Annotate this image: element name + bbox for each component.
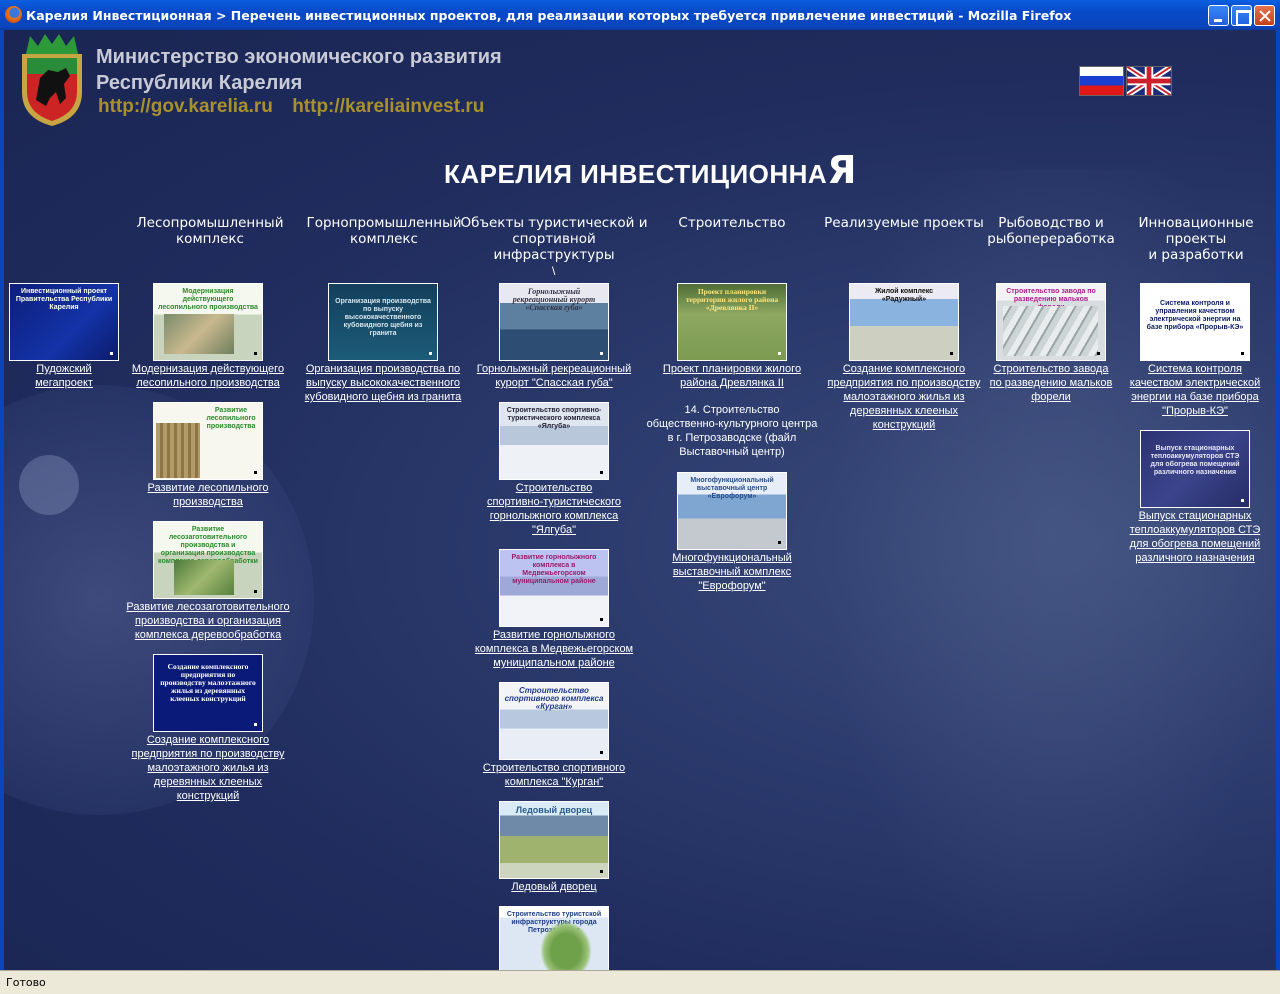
status-text: Готово — [6, 976, 46, 989]
english-language-flag-icon[interactable] — [1126, 66, 1172, 96]
gov-url-link[interactable]: http://gov.karelia.ru — [98, 96, 273, 117]
project-thumbnail[interactable]: Модернизация действующего лесопильного п… — [153, 283, 263, 361]
project-link[interactable]: Система контроля качеством электрической э… — [1120, 362, 1270, 418]
category-realized: Реализуемые проекты — [824, 215, 984, 231]
project-euroforum[interactable]: Многофункциональный выставочный центр «Е… — [654, 472, 810, 593]
project-drevlyanka[interactable]: Проект планировки территории жилого райо… — [650, 283, 814, 390]
project-thumbnail[interactable]: Выпуск стационарных теплоаккумуляторов С… — [1140, 430, 1250, 508]
project-link[interactable]: Строительство завода по разведению малько… — [984, 362, 1118, 404]
karelia-coat-of-arms-icon — [22, 34, 82, 126]
minimize-button[interactable] — [1208, 5, 1229, 26]
ministry-name: Министерство экономического развития Рес… — [96, 44, 502, 96]
site-urls: http://gov.karelia.ru http://kareliainve… — [98, 96, 498, 118]
project-sawmill-modernization[interactable]: Модернизация действующего лесопильного п… — [124, 283, 292, 390]
stray-backslash: \ — [552, 264, 556, 278]
window-titlebar: Карелия Инвестиционная > Перечень инвест… — [0, 0, 1280, 30]
category-tourism: Объекты туристической и спортивной инфрас… — [460, 215, 648, 263]
ministry-name-line2: Республики Карелия — [96, 72, 303, 94]
project-logging[interactable]: Развитие лесозаготовительного производст… — [120, 521, 296, 642]
window-title: Карелия Инвестиционная > Перечень инвест… — [26, 8, 1072, 23]
maximize-button[interactable] — [1231, 5, 1252, 26]
project-thumbnail[interactable]: Строительство спортивного комплекса «Кур… — [499, 682, 609, 760]
project-heat-accumulators[interactable]: Выпуск стационарных теплоаккумуляторов С… — [1120, 430, 1270, 565]
project-yalguba[interactable]: Строительство спортивно-туристического к… — [474, 402, 634, 537]
project-link[interactable]: Строительство спортивно-туристического гор… — [474, 481, 634, 537]
russian-language-flag-icon[interactable] — [1079, 66, 1124, 96]
project-link[interactable]: Выпуск стационарных теплоаккумуляторов СТ… — [1120, 509, 1270, 565]
project-tourist-infrastructure[interactable]: Строительство туристской инфраструктуры … — [472, 906, 636, 970]
project-lowrise-housing-forest[interactable]: Создание комплексного предприятия по про… — [124, 654, 292, 803]
window-border-right — [1276, 30, 1280, 970]
project-link[interactable]: Строительство спортивного комплекса "Кург… — [472, 761, 636, 789]
project-link[interactable]: Развитие горнолыжного комплекса в Медвежь… — [470, 628, 638, 670]
project-link[interactable]: Пудожский мегапроект — [6, 362, 122, 390]
category-fishing: Рыбоводство и рыбопереработка — [987, 215, 1115, 247]
project-link[interactable]: Горнолыжный рекреационный курорт "Спасска… — [472, 362, 636, 390]
project-link[interactable]: Проект планировки жилого района Древлянка… — [650, 362, 814, 390]
project-thumbnail[interactable]: Создание комплексного предприятия по про… — [153, 654, 263, 732]
category-mining: Горнопромышленный комплекс — [306, 215, 462, 247]
project-trout-hatchery[interactable]: Строительство завода по разведению мальк… — [984, 283, 1118, 404]
status-bar: Готово — [0, 970, 1280, 994]
project-thumbnail[interactable]: Развитие лесопильного производства — [153, 402, 263, 480]
project-thumbnail[interactable]: Ледовый дворец — [499, 801, 609, 879]
project-thumbnail[interactable]: Развитие лесозаготовительного производст… — [153, 521, 263, 599]
ministry-name-line1: Министерство экономического развития — [96, 46, 502, 68]
project-raduzhny[interactable]: Жилой комплекс «Радужный» Создание компл… — [822, 283, 986, 432]
project-ice-palace[interactable]: Ледовый дворец Ледовый дворец — [472, 801, 636, 894]
project-sawmill-development[interactable]: Развитие лесопильного производства Разви… — [124, 402, 292, 509]
project-link[interactable]: Развитие лесопильного производства — [124, 481, 292, 509]
project-link[interactable]: Создание комплексного предприятия по прои… — [124, 733, 292, 803]
project-thumbnail[interactable]: Система контроля и управления качеством … — [1140, 283, 1250, 361]
public-cultural-center-note: 14. Строительство общественно-культурного… — [646, 404, 818, 458]
project-link[interactable]: Многофункциональный выставочный комплекс "… — [654, 551, 810, 593]
project-proryv[interactable]: Система контроля и управления качеством … — [1120, 283, 1270, 418]
category-construction: Строительство — [678, 215, 786, 231]
project-thumbnail[interactable]: Организация производства по выпуску высо… — [328, 283, 438, 361]
category-forest: Лесопромышленный комплекс — [136, 215, 284, 247]
project-link[interactable]: Организация производства по выпуску высок… — [300, 362, 466, 404]
project-link[interactable]: Создание комплексного предприятия по прои… — [822, 362, 986, 432]
project-thumbnail[interactable]: Развитие горнолыжного комплекса в Медвеж… — [499, 549, 609, 627]
project-thumbnail[interactable]: Многофункциональный выставочный центр «Е… — [677, 472, 787, 550]
close-button[interactable] — [1254, 5, 1275, 26]
page-content: Министерство экономического развития Рес… — [4, 30, 1276, 970]
project-thumbnail[interactable]: Проект планировки территории жилого райо… — [677, 283, 787, 361]
project-spasskaya-guba[interactable]: Горнолыжный рекреационный курорт «Спасск… — [472, 283, 636, 390]
site-title: КАРЕЛИЯ ИНВЕСТИЦИОННАЯ — [444, 148, 857, 192]
project-medvezhyegorsk[interactable]: Развитие горнолыжного комплекса в Медвеж… — [470, 549, 638, 670]
project-granite[interactable]: Организация производства по выпуску высо… — [300, 283, 466, 404]
project-thumbnail[interactable]: Жилой комплекс «Радужный» — [849, 283, 959, 361]
project-pudozh[interactable]: Инвестиционный проект Правительства Респ… — [6, 283, 122, 390]
firefox-icon — [5, 6, 22, 23]
project-thumbnail[interactable]: Строительство спортивно-туристического к… — [499, 402, 609, 480]
project-link[interactable]: Модернизация действующего лесопильного пр… — [124, 362, 292, 390]
project-kurgan[interactable]: Строительство спортивного комплекса «Кур… — [472, 682, 636, 789]
project-link[interactable]: Ледовый дворец — [472, 880, 636, 894]
project-thumbnail[interactable]: Инвестиционный проект Правительства Респ… — [9, 283, 119, 361]
invest-url-link[interactable]: http://kareliainvest.ru — [292, 96, 484, 117]
project-thumbnail[interactable]: Строительство завода по разведению мальк… — [996, 283, 1106, 361]
category-innovation: Инновационные проекты и разработки — [1138, 215, 1254, 263]
project-thumbnail[interactable]: Горнолыжный рекреационный курорт «Спасск… — [499, 283, 609, 361]
project-link[interactable]: Развитие лесозаготовительного производств… — [120, 600, 296, 642]
project-thumbnail[interactable]: Строительство туристской инфраструктуры … — [499, 906, 609, 970]
